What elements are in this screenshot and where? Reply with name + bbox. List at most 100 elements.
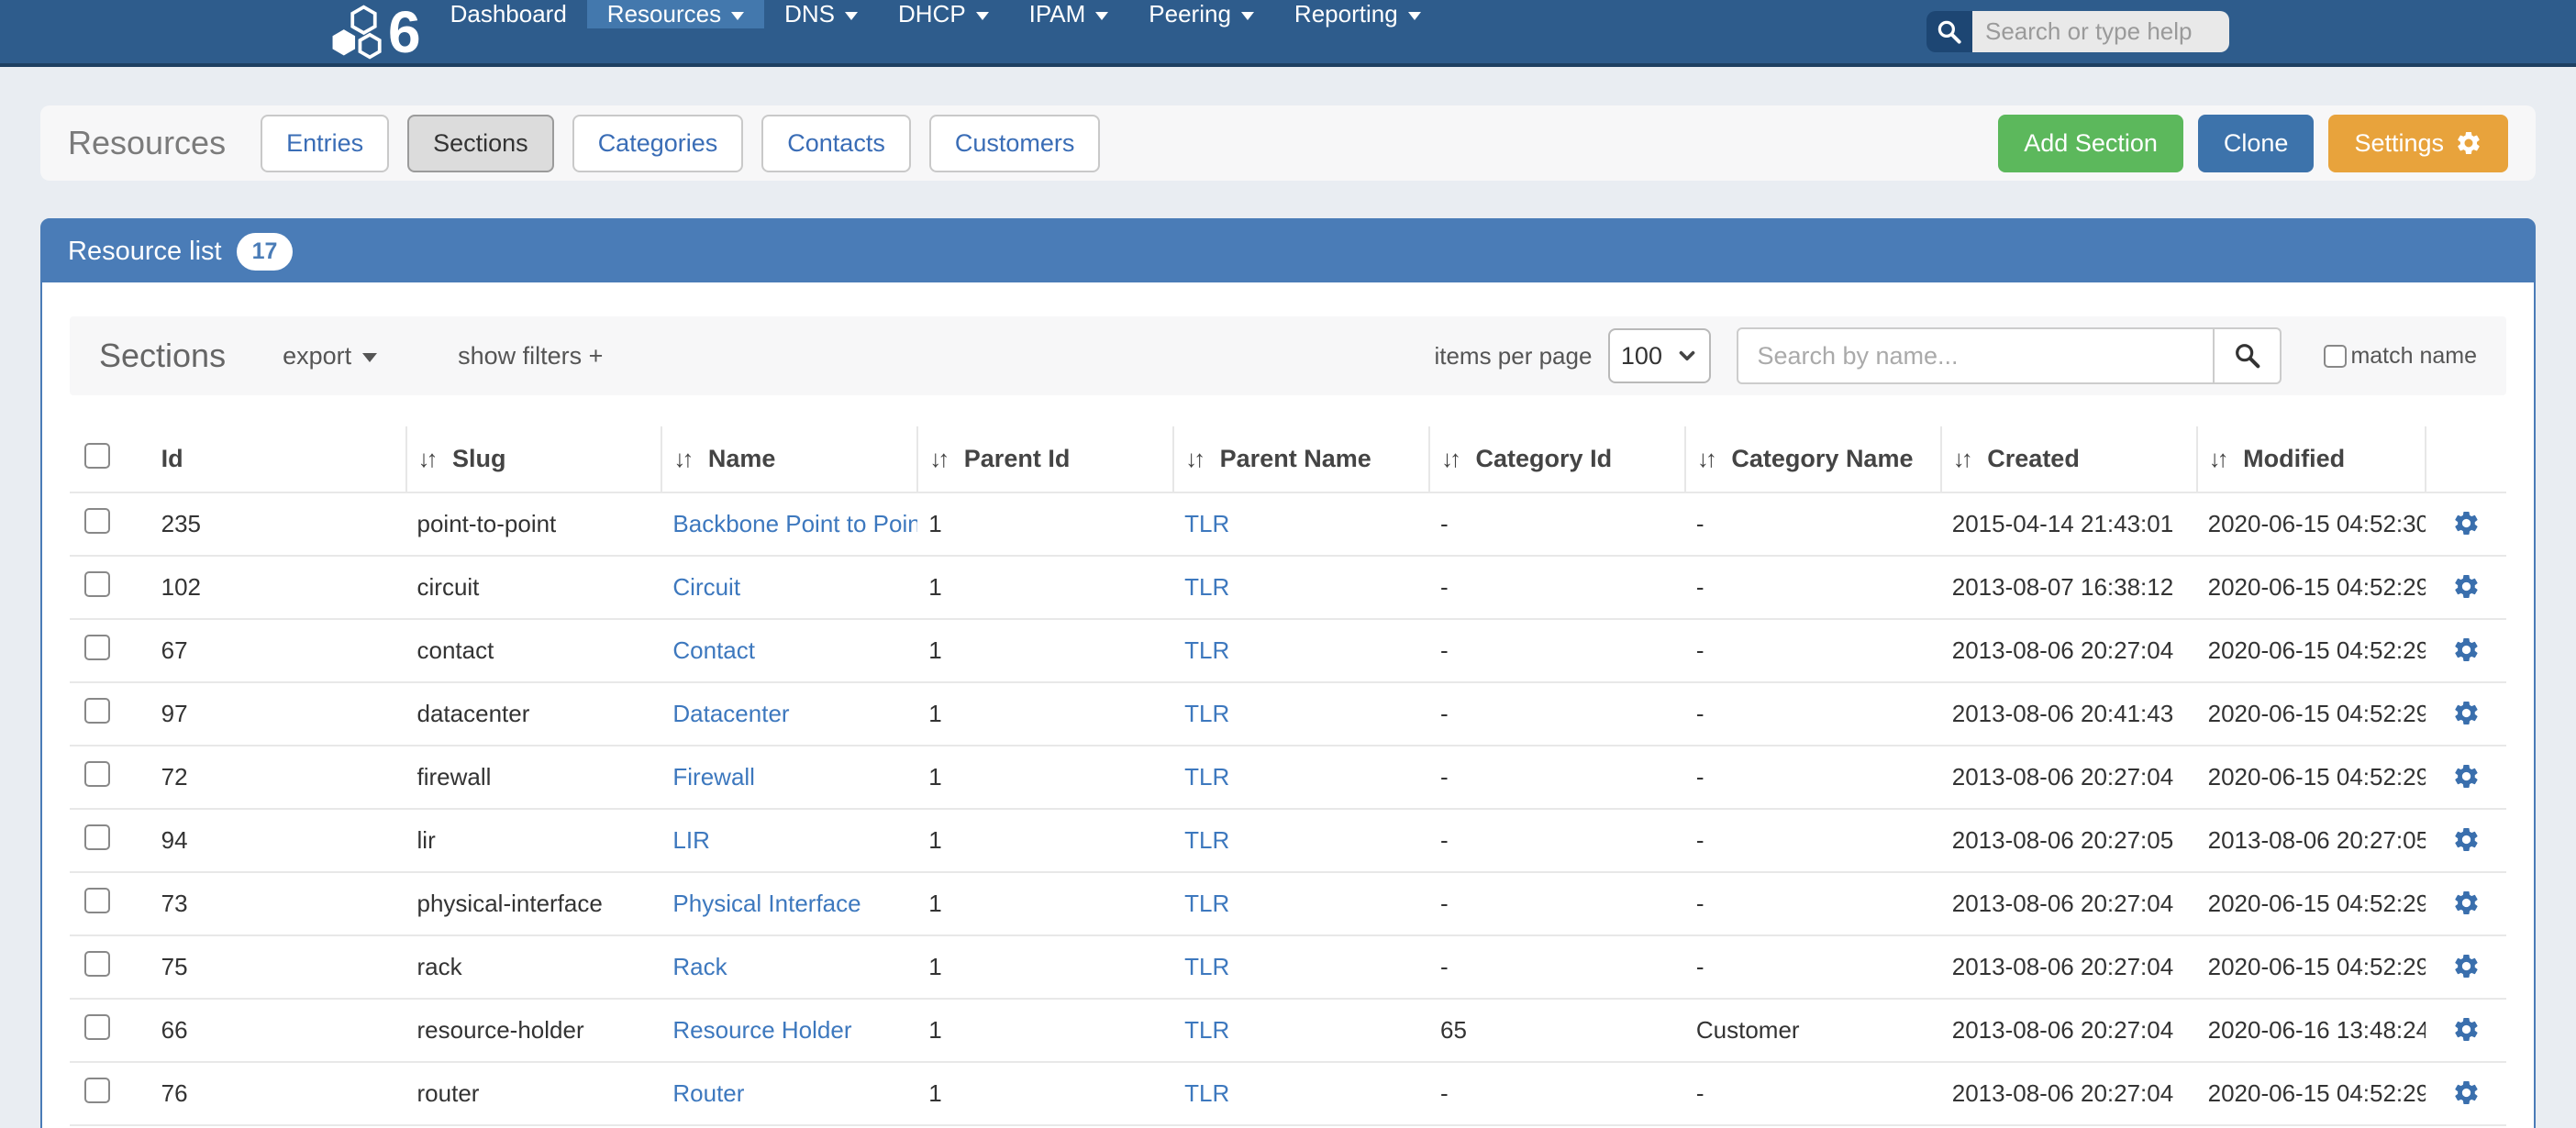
nav-item-ipam[interactable]: IPAM	[1009, 0, 1129, 28]
row-settings-button[interactable]	[2448, 822, 2484, 860]
select-all-checkbox[interactable]	[84, 443, 110, 469]
parent-name-link[interactable]: TLR	[1184, 700, 1229, 727]
row-checkbox[interactable]	[84, 888, 110, 913]
cell-parent-id: 1	[917, 682, 1173, 746]
sort-icon[interactable]: ↓↑	[929, 445, 946, 472]
match-name-toggle[interactable]: match name	[2324, 343, 2477, 370]
row-settings-button[interactable]	[2448, 1075, 2484, 1113]
global-search	[1926, 11, 2229, 52]
items-per-page-select[interactable]: 100	[1608, 328, 1711, 383]
search-button[interactable]	[2214, 327, 2282, 384]
resource-name-link[interactable]: Resource Holder	[672, 1016, 851, 1044]
resource-name-link[interactable]: Rack	[672, 953, 727, 980]
parent-name-link[interactable]: TLR	[1184, 573, 1229, 601]
row-settings-button[interactable]	[2448, 505, 2484, 544]
chevron-down-icon	[362, 353, 377, 362]
cell-category-id: -	[1429, 746, 1685, 809]
row-checkbox[interactable]	[84, 698, 110, 724]
parent-name-link[interactable]: TLR	[1184, 890, 1229, 917]
match-name-checkbox[interactable]	[2324, 345, 2347, 368]
parent-name-link[interactable]: TLR	[1184, 1016, 1229, 1044]
brand-logo[interactable]: 6	[326, 0, 419, 63]
column-header-name[interactable]: ↓↑ Name	[661, 426, 917, 492]
row-settings-button[interactable]	[2448, 1012, 2484, 1050]
row-checkbox[interactable]	[84, 951, 110, 977]
row-settings-button[interactable]	[2448, 948, 2484, 987]
sort-icon[interactable]: ↓↑	[1953, 445, 1970, 472]
resource-name-link[interactable]: Circuit	[672, 573, 740, 601]
resource-name-link[interactable]: Firewall	[672, 763, 755, 791]
search-by-name-input[interactable]	[1737, 327, 2214, 384]
row-checkbox[interactable]	[84, 1078, 110, 1103]
nav-item-reporting[interactable]: Reporting	[1274, 0, 1441, 28]
nav-item-dashboard[interactable]: Dashboard	[430, 0, 587, 28]
row-checkbox[interactable]	[84, 824, 110, 850]
parent-name-link[interactable]: TLR	[1184, 510, 1229, 537]
export-menu[interactable]: export	[283, 342, 377, 370]
row-settings-button[interactable]	[2448, 632, 2484, 670]
settings-button[interactable]: Settings	[2328, 115, 2508, 172]
row-settings-button[interactable]	[2448, 758, 2484, 797]
clone-button[interactable]: Clone	[2198, 115, 2315, 172]
view-button-entries[interactable]: Entries	[261, 115, 389, 172]
action-label: Add Section	[2024, 129, 2158, 158]
search-icon[interactable]	[1926, 11, 1972, 52]
row-settings-button[interactable]	[2448, 885, 2484, 923]
resource-name-link[interactable]: Router	[672, 1079, 744, 1107]
column-header-modified[interactable]: ↓↑ Modified	[2197, 426, 2426, 492]
column-header-slug[interactable]: ↓↑ Slug	[406, 426, 662, 492]
count-badge: 17	[237, 233, 294, 271]
sort-icon[interactable]: ↓↑	[2209, 445, 2226, 472]
cell-select	[70, 492, 150, 556]
parent-name-link[interactable]: TLR	[1184, 763, 1229, 791]
row-checkbox[interactable]	[84, 635, 110, 660]
view-button-categories[interactable]: Categories	[572, 115, 744, 172]
parent-name-link[interactable]: TLR	[1184, 1079, 1229, 1107]
parent-name-link[interactable]: TLR	[1184, 636, 1229, 664]
cell-modified: 2020-06-15 04:52:29	[2197, 619, 2426, 682]
cell-modified: 2020-06-15 04:52:29	[2197, 746, 2426, 809]
show-filters-toggle[interactable]: show filters +	[458, 342, 603, 370]
resource-name-link[interactable]: Contact	[672, 636, 755, 664]
view-button-sections[interactable]: Sections	[407, 115, 554, 172]
column-header-category-id[interactable]: ↓↑ Category Id	[1429, 426, 1685, 492]
sort-icon[interactable]: ↓↑	[418, 445, 435, 472]
cell-id: 102	[150, 556, 406, 619]
cell-slug: datacenter	[406, 682, 662, 746]
row-checkbox[interactable]	[84, 508, 110, 534]
cell-modified: 2020-06-16 13:48:24	[2197, 999, 2426, 1062]
table-header-row: Id ↓↑ Slug ↓↑ Name ↓↑ Parent Id ↓↑ Paren…	[70, 426, 2506, 492]
column-header-parent-id[interactable]: ↓↑ Parent Id	[917, 426, 1173, 492]
resource-name-link[interactable]: Physical Interface	[672, 890, 861, 917]
row-settings-button[interactable]	[2448, 695, 2484, 734]
column-label: Modified	[2243, 445, 2345, 472]
row-checkbox[interactable]	[84, 1014, 110, 1040]
column-header-category-name[interactable]: ↓↑ Category Name	[1685, 426, 1941, 492]
nav-item-dns[interactable]: DNS	[764, 0, 878, 28]
view-button-customers[interactable]: Customers	[929, 115, 1101, 172]
resource-name-link[interactable]: Datacenter	[672, 700, 789, 727]
nav-item-dhcp[interactable]: DHCP	[878, 0, 1009, 28]
sort-icon[interactable]: ↓↑	[673, 445, 690, 472]
cell-category-name: -	[1685, 872, 1941, 935]
sort-icon[interactable]: ↓↑	[1185, 445, 1202, 472]
cell-category-id: -	[1429, 492, 1685, 556]
view-button-contacts[interactable]: Contacts	[761, 115, 911, 172]
column-header-created[interactable]: ↓↑ Created	[1941, 426, 2197, 492]
nav-item-peering[interactable]: Peering	[1128, 0, 1274, 28]
cell-parent-name: TLR	[1173, 619, 1429, 682]
global-search-input[interactable]	[1972, 11, 2229, 52]
sort-icon[interactable]: ↓↑	[1441, 445, 1458, 472]
row-checkbox[interactable]	[84, 761, 110, 787]
resource-name-link[interactable]: LIR	[672, 826, 709, 854]
sort-icon[interactable]: ↓↑	[1697, 445, 1714, 472]
nav-item-resources[interactable]: Resources	[587, 0, 764, 28]
parent-name-link[interactable]: TLR	[1184, 953, 1229, 980]
row-settings-button[interactable]	[2448, 569, 2484, 607]
cell-slug: circuit	[406, 556, 662, 619]
parent-name-link[interactable]: TLR	[1184, 826, 1229, 854]
add-section-button[interactable]: Add Section	[1998, 115, 2183, 172]
row-checkbox[interactable]	[84, 571, 110, 597]
column-header-parent-name[interactable]: ↓↑ Parent Name	[1173, 426, 1429, 492]
resource-name-link[interactable]: Backbone Point to Point	[672, 510, 917, 537]
